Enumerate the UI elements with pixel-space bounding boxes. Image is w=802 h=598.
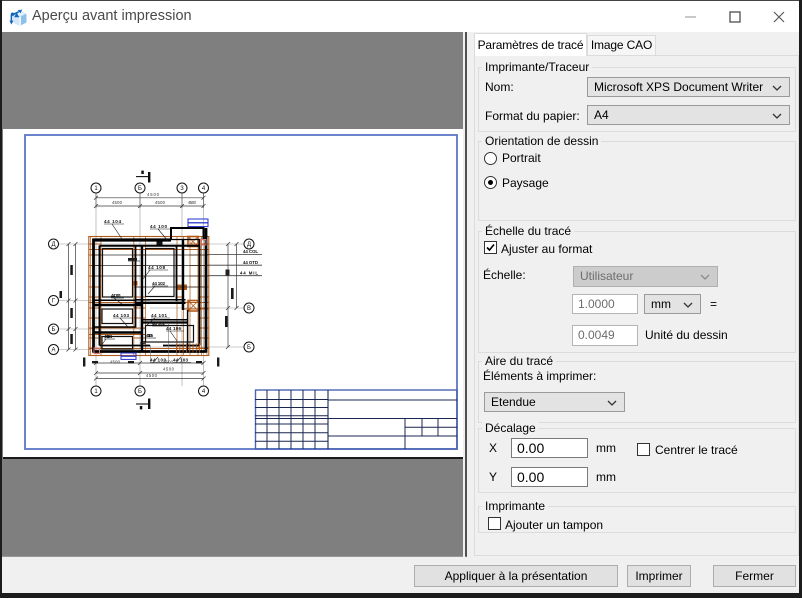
svg-text:4500: 4500 — [147, 192, 160, 197]
svg-text:44 106: 44 106 — [166, 326, 181, 331]
svg-text:44 100: 44 100 — [150, 224, 167, 229]
svg-text:Б: Б — [52, 327, 56, 333]
svg-text:4500: 4500 — [188, 200, 197, 205]
svg-text:44 COL: 44 COL — [243, 249, 258, 254]
svg-text:44 106: 44 106 — [146, 333, 153, 338]
svg-text:4500: 4500 — [163, 360, 174, 365]
svg-text:44 100: 44 100 — [140, 340, 146, 345]
svg-text:44 104: 44 104 — [104, 334, 112, 339]
svg-text:44 102: 44 102 — [152, 281, 165, 286]
svg-text:44 MIL: 44 MIL — [240, 271, 258, 276]
svg-text:44 108: 44 108 — [148, 265, 165, 270]
svg-text:4500: 4500 — [155, 200, 166, 205]
svg-text:Д: Д — [51, 242, 55, 248]
svg-text:44 OTD: 44 OTD — [243, 260, 258, 265]
svg-text:Б: Б — [138, 186, 142, 192]
svg-text:А: А — [51, 348, 55, 354]
svg-text:44 101: 44 101 — [111, 293, 121, 298]
svg-text:44 102: 44 102 — [152, 321, 165, 326]
svg-text:В: В — [247, 306, 251, 312]
svg-text:44 104: 44 104 — [104, 219, 121, 224]
svg-text:4500: 4500 — [110, 360, 121, 365]
svg-text:Д: Д — [247, 242, 251, 248]
svg-text:4500: 4500 — [112, 200, 123, 205]
svg-text:44 101: 44 101 — [151, 313, 167, 318]
svg-text:Б: Б — [247, 345, 251, 351]
svg-text:4500: 4500 — [146, 373, 158, 378]
svg-text:4500: 4500 — [163, 367, 175, 372]
svg-text:Б: Б — [138, 389, 142, 395]
svg-text:44 103: 44 103 — [173, 358, 188, 363]
svg-text:44 103: 44 103 — [113, 313, 129, 318]
